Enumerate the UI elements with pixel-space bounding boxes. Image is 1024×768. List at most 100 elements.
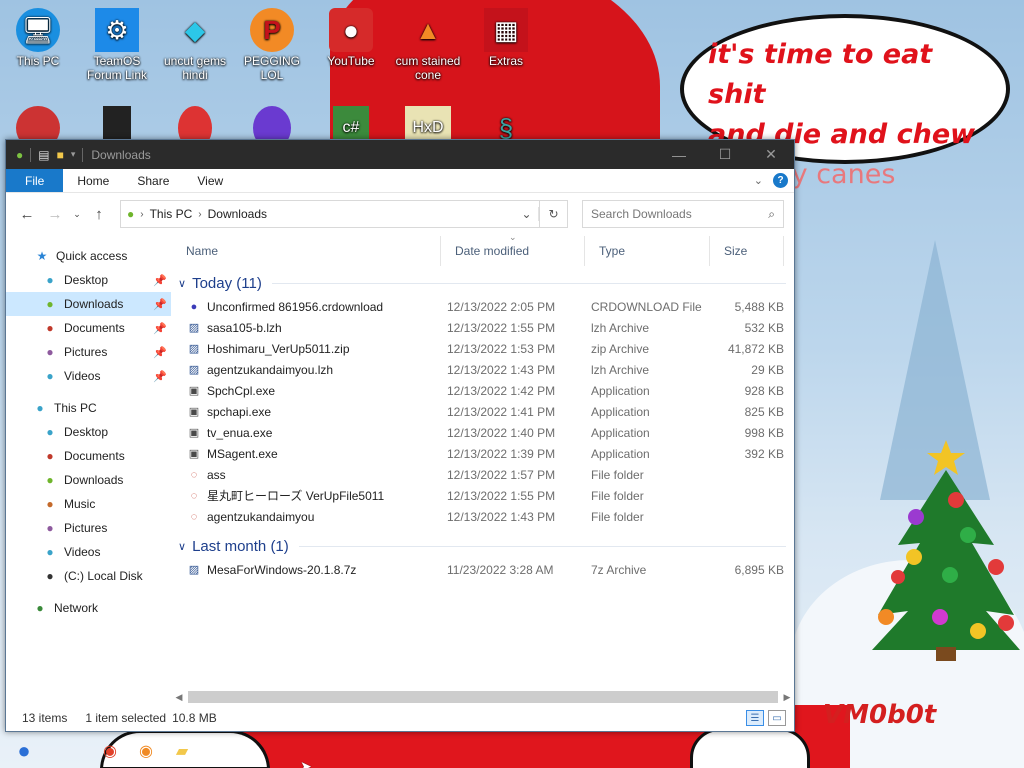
- file-name: Hoshimaru_VerUp5011.zip: [207, 341, 350, 356]
- nav-qa-downloads[interactable]: ● Downloads 📌: [6, 292, 171, 316]
- file-explorer-icon[interactable]: ▰: [164, 734, 200, 768]
- details-view-icon[interactable]: ☰: [746, 710, 764, 726]
- nav-pc-desktop[interactable]: ● Desktop: [6, 420, 171, 444]
- file-row[interactable]: ◌ 星丸町ヒーローズ VerUpFile5011 12/13/2022 1:55 P…: [172, 485, 794, 506]
- start-button[interactable]: ●: [0, 734, 48, 768]
- tab-home[interactable]: Home: [63, 169, 123, 192]
- breadcrumb-separator-icon[interactable]: ›: [198, 209, 201, 220]
- nav-pc-documents[interactable]: ● Documents: [6, 444, 171, 468]
- tab-view[interactable]: View: [183, 169, 237, 192]
- divider: [30, 147, 32, 162]
- pin-icon[interactable]: 📌: [153, 346, 167, 359]
- network-icon: ●: [36, 601, 44, 615]
- nav-qa-pictures[interactable]: ● Pictures 📌: [6, 340, 171, 364]
- collapse-chevron-icon[interactable]: ∨: [178, 277, 186, 290]
- forward-arrow-icon[interactable]: →: [44, 206, 66, 223]
- nav-pc-local-disk[interactable]: ● (C:) Local Disk: [6, 564, 171, 588]
- file-row[interactable]: ▣ MSagent.exe 12/13/2022 1:39 PM Applicatio…: [172, 443, 794, 464]
- scroll-left-icon[interactable]: ◀: [172, 692, 186, 703]
- nav-pc-music[interactable]: ● Music: [6, 492, 171, 516]
- file-name: MSagent.exe: [207, 446, 278, 461]
- column-name[interactable]: Name: [172, 236, 441, 266]
- file-row[interactable]: ▣ spchapi.exe 12/13/2022 1:41 PM Applicatio…: [172, 401, 794, 422]
- address-bar[interactable]: ● › This PC › Downloads ⌄: [120, 200, 540, 228]
- file-explorer-window[interactable]: ● ▤ ■ ▾ Downloads — ☐ ✕ File Home Share …: [5, 139, 795, 732]
- breadcrumb-separator-icon[interactable]: ›: [140, 209, 143, 220]
- column-type[interactable]: Type: [585, 236, 710, 266]
- desktop-icon-cum-stained-cone[interactable]: ▲ cum stained cone: [391, 8, 465, 82]
- nav-label: This PC: [54, 401, 97, 415]
- file-row[interactable]: ◌ agentzukandaimyou 12/13/2022 1:43 PM File…: [172, 506, 794, 527]
- nav-this-pc[interactable]: ● This PC: [6, 396, 171, 420]
- column-size[interactable]: Size: [710, 236, 784, 266]
- quick-access-dropdown-icon[interactable]: ▾: [71, 149, 76, 160]
- breadcrumb-this-pc[interactable]: This PC: [150, 207, 193, 221]
- file-row[interactable]: ▨ MesaForWindows-20.1.8.7z 11/23/2022 3:28…: [172, 559, 794, 580]
- file-row[interactable]: ● Unconfirmed 861956.crdownload 12/13/2022…: [172, 296, 794, 317]
- breadcrumb-downloads[interactable]: Downloads: [208, 207, 267, 221]
- group-header-last-month[interactable]: ∨ Last month (1): [172, 533, 794, 559]
- desktop-icon-youtube[interactable]: ● YouTube: [314, 8, 388, 68]
- chrome-icon[interactable]: ◉: [92, 734, 128, 768]
- firefox-icon[interactable]: ◉: [128, 734, 164, 768]
- close-button[interactable]: ✕: [748, 140, 794, 169]
- large-icons-view-icon[interactable]: ▭: [768, 710, 786, 726]
- tab-file[interactable]: File: [6, 169, 64, 192]
- horizontal-scrollbar[interactable]: ◀ ▶: [172, 689, 794, 705]
- file-name-cell: ▨ Hoshimaru_VerUp5011.zip: [172, 341, 441, 357]
- file-row[interactable]: ▨ agentzukandaimyou.lzh 12/13/2022 1:43 PM…: [172, 359, 794, 380]
- desktop-icon-this-pc[interactable]: 🖥 This PC: [1, 8, 75, 68]
- window-title: Downloads: [91, 147, 151, 162]
- desktop-icon-extras[interactable]: ▦ Extras: [469, 8, 543, 68]
- scroll-right-icon[interactable]: ▶: [780, 692, 794, 703]
- downloads-icon: ●: [46, 473, 54, 487]
- nav-label: (C:) Local Disk: [64, 569, 143, 583]
- pin-icon[interactable]: 📌: [153, 370, 167, 383]
- file-row[interactable]: ▨ Hoshimaru_VerUp5011.zip 12/13/2022 1:53 …: [172, 338, 794, 359]
- file-row[interactable]: ▣ tv_enua.exe 12/13/2022 1:40 PM Applicatio…: [172, 422, 794, 443]
- nav-quick-access[interactable]: ★ Quick access: [6, 244, 171, 268]
- help-icon[interactable]: ?: [773, 173, 788, 188]
- back-arrow-icon[interactable]: ←: [16, 206, 38, 223]
- address-dropdown-icon[interactable]: ⌄: [515, 207, 539, 221]
- file-name-cell: ▨ MesaForWindows-20.1.8.7z: [172, 562, 441, 578]
- collapse-chevron-icon[interactable]: ∨: [178, 540, 186, 553]
- new-folder-icon[interactable]: ■: [57, 148, 64, 162]
- expand-ribbon-chevron-icon[interactable]: ⌄: [754, 174, 763, 187]
- file-type: lzh Archive: [591, 362, 650, 377]
- file-row[interactable]: ▣ SpchCpl.exe 12/13/2022 1:42 PM Applicatio…: [172, 380, 794, 401]
- nav-qa-documents[interactable]: ● Documents 📌: [6, 316, 171, 340]
- nav-label: Quick access: [56, 249, 128, 263]
- desktop-icon-pegging-lol[interactable]: P PEGGING LOL: [235, 8, 309, 82]
- title-bar[interactable]: ● ▤ ■ ▾ Downloads — ☐ ✕: [6, 140, 794, 169]
- file-row[interactable]: ◌ ass 12/13/2022 1:57 PM File folder: [172, 464, 794, 485]
- pin-icon[interactable]: 📌: [153, 322, 167, 335]
- nav-qa-videos[interactable]: ● Videos 📌: [6, 364, 171, 388]
- refresh-button[interactable]: ↻: [540, 200, 568, 228]
- nav-pc-downloads[interactable]: ● Downloads: [6, 468, 171, 492]
- nav-network[interactable]: ● Network: [6, 596, 171, 620]
- file-date: 12/13/2022 1:42 PM: [447, 383, 556, 398]
- nav-pc-videos[interactable]: ● Videos: [6, 540, 171, 564]
- disk-icon: ●: [46, 569, 54, 583]
- desktop-icon-uncut-gems-hindi[interactable]: ◆ uncut gems hindi: [158, 8, 232, 82]
- file-list[interactable]: Name Date modified Type Size ⌄ ∨ Today (…: [172, 232, 794, 687]
- recent-locations-chevron-icon[interactable]: ⌄: [72, 209, 82, 220]
- nav-qa-desktop[interactable]: ● Desktop 📌: [6, 268, 171, 292]
- tab-share[interactable]: Share: [123, 169, 183, 192]
- desktop-icon-teamos-forum-link[interactable]: ⚙ TeamOS Forum Link: [80, 8, 154, 82]
- pin-icon[interactable]: 📌: [153, 298, 167, 311]
- maximize-button[interactable]: ☐: [702, 140, 748, 169]
- scroll-thumb[interactable]: [188, 691, 778, 703]
- file-row[interactable]: ▨ sasa105-b.lzh 12/13/2022 1:55 PM lzh Arch…: [172, 317, 794, 338]
- desktop-icon-label: uncut gems hindi: [163, 54, 227, 82]
- search-input[interactable]: Search Downloads ⌕: [582, 200, 784, 228]
- up-arrow-icon[interactable]: ↑: [88, 206, 110, 223]
- group-header-today[interactable]: ∨ Today (11): [172, 270, 794, 296]
- minimize-button[interactable]: —: [656, 140, 702, 169]
- file-name: agentzukandaimyou: [207, 509, 315, 524]
- desktop-icon-label: cum stained cone: [395, 54, 461, 82]
- properties-icon[interactable]: ▤: [38, 148, 49, 162]
- pin-icon[interactable]: 📌: [153, 274, 167, 287]
- nav-pc-pictures[interactable]: ● Pictures: [6, 516, 171, 540]
